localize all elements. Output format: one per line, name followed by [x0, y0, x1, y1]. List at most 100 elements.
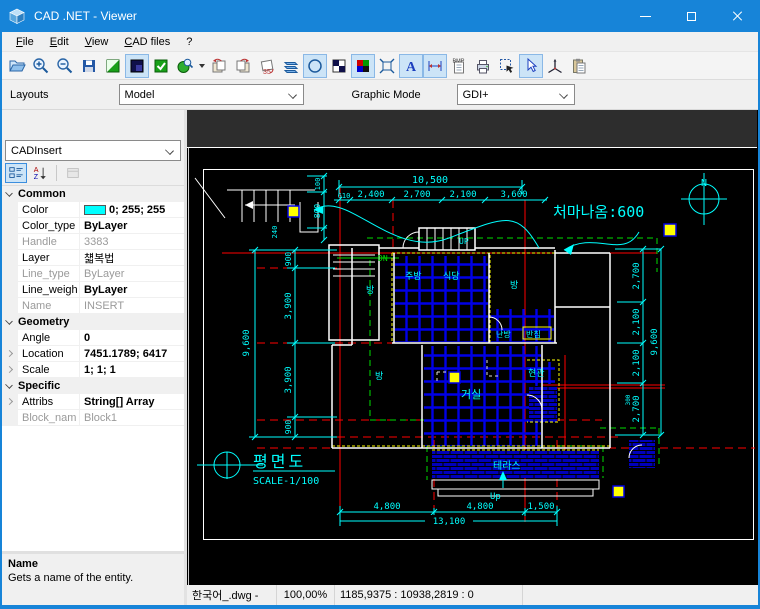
- print-button[interactable]: [471, 54, 495, 78]
- stairs-up-label: UP: [459, 237, 469, 246]
- menu-bar: File Edit View CAD files ?: [2, 32, 758, 52]
- svg-text:A: A: [406, 60, 417, 75]
- svg-text:4,800: 4,800: [373, 502, 400, 512]
- svg-text:BMP: BMP: [453, 58, 465, 64]
- toolbar-separator: [56, 165, 57, 181]
- north-label: N: [701, 178, 707, 189]
- minimize-button[interactable]: [622, 0, 668, 32]
- colors-button[interactable]: [351, 54, 375, 78]
- plan-scale: SCALE-1/100: [253, 476, 319, 487]
- show-dimensions-button[interactable]: [423, 54, 447, 78]
- main-toolbar: 35 A BMP: [2, 52, 758, 80]
- export-bmp-button[interactable]: BMP: [447, 54, 471, 78]
- alphabetical-sort-button[interactable]: AZ: [29, 163, 51, 183]
- title-bar: CAD .NET - Viewer: [0, 0, 760, 32]
- preview-zoom-dropdown[interactable]: [197, 54, 207, 78]
- room-boiler: 난방: [496, 329, 511, 339]
- drawing-viewport[interactable]: N 처마나옴:600 10,500 610 2,400 2,700 2,100 …: [187, 110, 758, 585]
- layers-button[interactable]: [279, 54, 303, 78]
- chevron-down-icon: [288, 90, 297, 99]
- rotate-left-button[interactable]: [207, 54, 231, 78]
- fit-to-screen-button[interactable]: [375, 54, 399, 78]
- svg-text:9,600: 9,600: [242, 329, 252, 356]
- save-button[interactable]: [77, 54, 101, 78]
- category-specific[interactable]: Specific: [2, 378, 184, 394]
- draw-circle-button[interactable]: [303, 54, 327, 78]
- rotate-right-button[interactable]: [231, 54, 255, 78]
- cad-drawing: N 처마나옴:600 10,500 610 2,400 2,700 2,100 …: [187, 110, 757, 585]
- image-dark-icon: [128, 57, 146, 75]
- status-empty: [523, 585, 758, 605]
- status-bar: 한국어_.dwg - 100,00% 1185,9375 : 10938,281…: [187, 585, 758, 605]
- prop-attribs[interactable]: AttribsString[] Array: [2, 394, 184, 410]
- categorized-view-button[interactable]: [5, 163, 27, 183]
- prop-layer[interactable]: Layer첇복법: [2, 250, 184, 266]
- room-terrace: 테라스: [493, 460, 521, 472]
- image-dark-button[interactable]: [125, 54, 149, 78]
- app-cube-icon: [8, 7, 26, 25]
- select-entity-button[interactable]: [495, 54, 519, 78]
- status-zoom: 100,00%: [277, 585, 335, 605]
- svg-text:900: 900: [284, 420, 293, 435]
- zoom-in-button[interactable]: [29, 54, 53, 78]
- menu-edit[interactable]: Edit: [42, 34, 77, 50]
- terrace-up-label: Up: [490, 492, 501, 502]
- preview-zoom-icon: [176, 57, 194, 75]
- svg-text:9,600: 9,600: [650, 328, 660, 355]
- prop-color[interactable]: Color0; 255; 255: [2, 202, 184, 218]
- paste-icon: [570, 57, 588, 75]
- property-pages-button[interactable]: [62, 163, 84, 183]
- category-common[interactable]: Common: [2, 186, 184, 202]
- colors-icon: [354, 57, 372, 75]
- close-button[interactable]: [714, 0, 760, 32]
- layout-bar: Layouts Model Graphic Mode GDI+: [2, 80, 758, 110]
- property-grid-toolbar: AZ: [2, 161, 184, 185]
- description-text: Gets a name of the entity.: [8, 572, 178, 584]
- prop-handle[interactable]: Handle3383: [2, 234, 184, 250]
- prop-line-weight[interactable]: Line_weighByLayer: [2, 282, 184, 298]
- graphic-mode-value: GDI+: [463, 89, 489, 101]
- dimension-icon: [426, 57, 444, 75]
- room-entrance: 현관: [528, 368, 545, 379]
- pointer-button[interactable]: [519, 54, 543, 78]
- zoom-out-button[interactable]: [53, 54, 77, 78]
- prop-line-type[interactable]: Line_typeByLayer: [2, 266, 184, 282]
- show-text-button[interactable]: A: [399, 54, 423, 78]
- prop-block-name[interactable]: Block_namBlock1: [2, 410, 184, 426]
- collapse-icon: [5, 189, 13, 197]
- svg-text:300: 300: [625, 394, 632, 405]
- show-axes-button[interactable]: [543, 54, 567, 78]
- panel-spacer: [2, 110, 184, 140]
- fit-screen-icon: [378, 57, 396, 75]
- prop-color-type[interactable]: Color_typeByLayer: [2, 218, 184, 234]
- prop-location[interactable]: Location7451.1789; 6417: [2, 346, 184, 362]
- maximize-icon: [687, 12, 696, 21]
- rotate-angle-button[interactable]: 35: [255, 54, 279, 78]
- maximize-button[interactable]: [668, 0, 714, 32]
- graphic-mode-select[interactable]: GDI+: [457, 84, 575, 105]
- prop-angle[interactable]: Angle0: [2, 330, 184, 346]
- svg-text:3,900: 3,900: [284, 366, 294, 393]
- menu-file[interactable]: File: [8, 34, 42, 50]
- preview-zoom-button[interactable]: [173, 54, 197, 78]
- category-geometry[interactable]: Geometry: [2, 314, 184, 330]
- prop-scale[interactable]: Scale1; 1; 1: [2, 362, 184, 378]
- menu-cad-files[interactable]: CAD files: [116, 34, 178, 50]
- image-frame-button[interactable]: [101, 54, 125, 78]
- image-check-button[interactable]: [149, 54, 173, 78]
- expand-icon: [6, 350, 13, 357]
- property-description: Name Gets a name of the entity.: [2, 551, 184, 605]
- menu-help[interactable]: ?: [178, 34, 200, 50]
- room-1: 방: [366, 285, 374, 296]
- open-button[interactable]: [5, 54, 29, 78]
- rotate-right-icon: [234, 57, 252, 75]
- menu-view[interactable]: View: [77, 34, 117, 50]
- layouts-select[interactable]: Model: [119, 84, 304, 105]
- entity-select[interactable]: CADInsert: [5, 140, 181, 161]
- svg-text:35: 35: [263, 69, 271, 75]
- paste-button[interactable]: [567, 54, 591, 78]
- room-dining: 식당: [443, 271, 460, 282]
- black-white-button[interactable]: [327, 54, 351, 78]
- prop-name[interactable]: NameINSERT: [2, 298, 184, 314]
- window-title: CAD .NET - Viewer: [34, 9, 137, 23]
